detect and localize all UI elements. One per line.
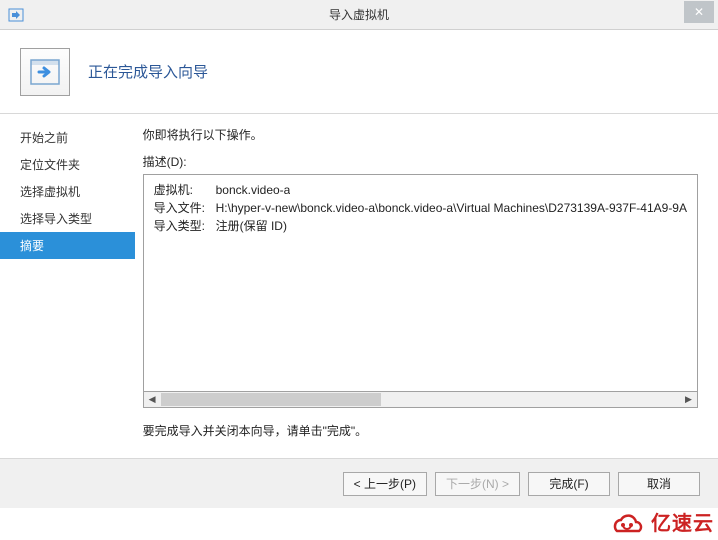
summary-val-type: 注册(保留 ID) — [216, 217, 287, 235]
summary-row-vm: 虚拟机: bonck.video-a — [154, 181, 687, 199]
scroll-thumb[interactable] — [161, 393, 381, 406]
sidebar-item-import-type[interactable]: 选择导入类型 — [0, 205, 135, 232]
description-label: 描述(D): — [143, 153, 698, 170]
sidebar-item-select-vm[interactable]: 选择虚拟机 — [0, 178, 135, 205]
summary-key: 导入文件: — [154, 199, 216, 217]
sidebar-item-summary[interactable]: 摘要 — [0, 232, 135, 259]
summary-key: 导入类型: — [154, 217, 216, 235]
titlebar: 导入虚拟机 ✕ — [0, 0, 718, 30]
cancel-button[interactable]: 取消 — [618, 472, 700, 496]
summary-key: 虚拟机: — [154, 181, 216, 199]
horizontal-scrollbar[interactable]: ◀ ▶ — [143, 391, 698, 408]
window-title: 导入虚拟机 — [329, 6, 389, 23]
watermark-logo-icon — [607, 508, 647, 536]
intro-text: 你即将执行以下操作。 — [143, 126, 698, 143]
titlebar-icon — [8, 7, 24, 23]
wizard-icon — [20, 48, 70, 96]
next-button: 下一步(N) > — [435, 472, 520, 496]
watermark: 亿速云 — [607, 507, 714, 536]
previous-button[interactable]: < 上一步(P) — [343, 472, 427, 496]
instruction-text: 要完成导入并关闭本向导，请单击"完成"。 — [143, 422, 698, 439]
description-box: 虚拟机: bonck.video-a 导入文件: H:\hyper-v-new\… — [143, 174, 698, 392]
main-panel: 你即将执行以下操作。 描述(D): 虚拟机: bonck.video-a 导入文… — [135, 114, 718, 458]
summary-val-vm: bonck.video-a — [216, 181, 291, 199]
close-button[interactable]: ✕ — [684, 1, 714, 23]
summary-val-file: H:\hyper-v-new\bonck.video-a\bonck.video… — [216, 199, 687, 217]
wizard-header: 正在完成导入向导 — [0, 30, 718, 114]
content-area: 开始之前 定位文件夹 选择虚拟机 选择导入类型 摘要 你即将执行以下操作。 描述… — [0, 114, 718, 458]
summary-row-type: 导入类型: 注册(保留 ID) — [154, 217, 687, 235]
sidebar-item-before-begin[interactable]: 开始之前 — [0, 124, 135, 151]
scroll-track[interactable] — [161, 392, 680, 407]
scroll-right-arrow[interactable]: ▶ — [680, 392, 697, 407]
wizard-footer: < 上一步(P) 下一步(N) > 完成(F) 取消 — [0, 458, 718, 508]
watermark-text: 亿速云 — [651, 507, 714, 536]
wizard-title: 正在完成导入向导 — [88, 61, 208, 82]
finish-button[interactable]: 完成(F) — [528, 472, 610, 496]
sidebar-item-locate-folder[interactable]: 定位文件夹 — [0, 151, 135, 178]
summary-row-file: 导入文件: H:\hyper-v-new\bonck.video-a\bonck… — [154, 199, 687, 217]
wizard-sidebar: 开始之前 定位文件夹 选择虚拟机 选择导入类型 摘要 — [0, 114, 135, 458]
scroll-left-arrow[interactable]: ◀ — [144, 392, 161, 407]
